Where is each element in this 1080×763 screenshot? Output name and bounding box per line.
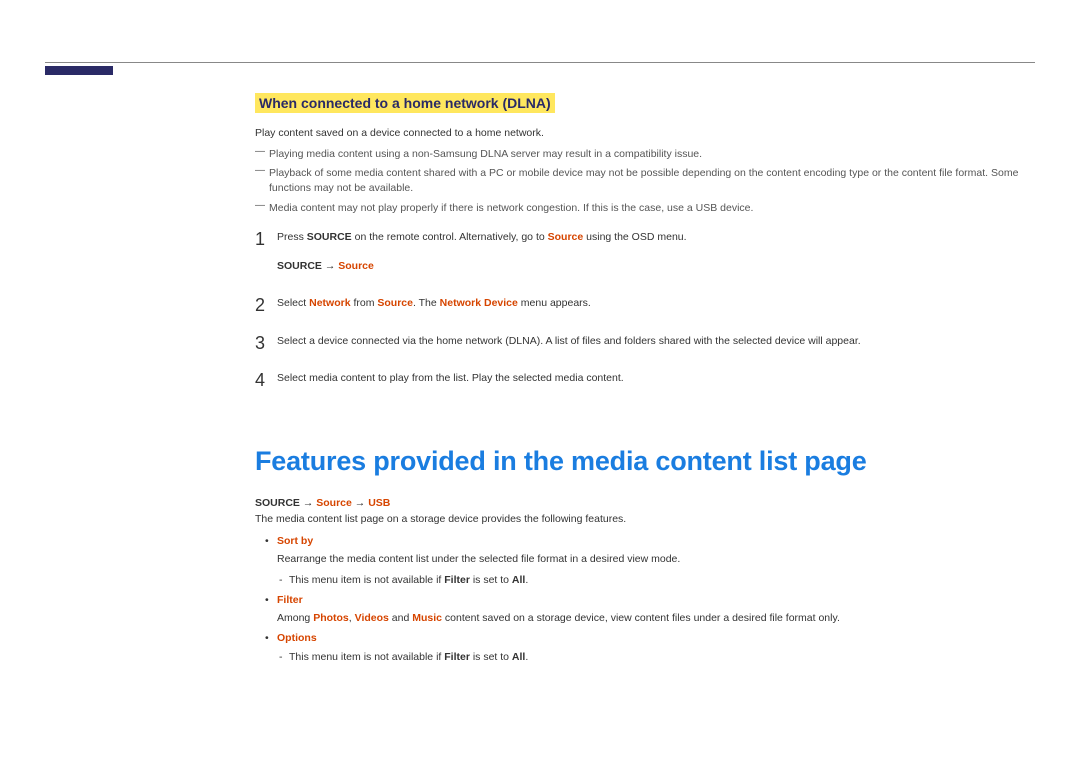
section-heading-features: Features provided in the media content l…: [255, 446, 1035, 477]
source-label: SOURCE: [307, 231, 352, 243]
note-text: .: [525, 574, 528, 586]
step-2: 2 Select Network from Source. The Networ…: [255, 296, 1035, 311]
step-4: 4 Select media content to play from the …: [255, 371, 1035, 386]
section-heading-dlna: When connected to a home network (DLNA): [255, 93, 555, 113]
step-text: using the OSD menu.: [583, 231, 686, 243]
music-link: Music: [412, 612, 442, 624]
note-item: Playing media content using a non-Samsun…: [255, 147, 1035, 162]
source-link: Source: [377, 297, 413, 309]
videos-link: Videos: [355, 612, 389, 624]
source-link: Source: [548, 231, 584, 243]
note-item: Media content may not play properly if t…: [255, 201, 1035, 216]
network-device-link: Network Device: [440, 297, 518, 309]
desc-text: Among: [277, 612, 313, 624]
step-number: 2: [255, 292, 265, 318]
filter-label: Filter: [444, 651, 470, 663]
note-item: Playback of some media content shared wi…: [255, 166, 1035, 196]
feature-title: Filter: [277, 594, 303, 606]
network-link: Network: [309, 297, 350, 309]
arrow-icon: →: [303, 497, 316, 509]
step-number: 4: [255, 367, 265, 393]
arrow-icon: →: [352, 497, 368, 509]
feature-title: Options: [277, 632, 317, 644]
nav-path: SOURCE → Source → USB: [255, 497, 1035, 509]
feature-filter: Filter: [255, 592, 1035, 608]
arrow-icon: →: [325, 260, 338, 272]
step-text: on the remote control. Alternatively, go…: [352, 231, 548, 243]
path-part: Source: [316, 497, 352, 509]
all-label: All: [512, 574, 525, 586]
photos-link: Photos: [313, 612, 349, 624]
nav-path: SOURCE → Source: [277, 259, 1035, 274]
feature-options: Options: [255, 630, 1035, 646]
step-3: 3 Select a device connected via the home…: [255, 334, 1035, 349]
step-text: Press: [277, 231, 307, 243]
intro-text: Play content saved on a device connected…: [255, 127, 1035, 139]
path-part: SOURCE: [255, 497, 303, 509]
accent-bar: [45, 66, 113, 75]
step-text: Select: [277, 297, 309, 309]
step-text: . The: [413, 297, 440, 309]
step-text: from: [351, 297, 378, 309]
step-text: Select a device connected via the home n…: [277, 335, 861, 347]
steps-list: 1 Press SOURCE on the remote control. Al…: [255, 230, 1035, 386]
step-1: 1 Press SOURCE on the remote control. Al…: [255, 230, 1035, 274]
path-part: Source: [338, 260, 374, 272]
note-text: This menu item is not available if: [289, 651, 444, 663]
feature-list: Sort by Rearrange the media content list…: [255, 533, 1035, 665]
path-part: SOURCE: [277, 260, 325, 272]
feature-desc: Rearrange the media content list under t…: [255, 551, 1035, 567]
feature-note: This menu item is not available if Filte…: [255, 649, 1035, 665]
note-text: is set to: [470, 574, 512, 586]
features-intro: The media content list page on a storage…: [255, 513, 1035, 525]
filter-label: Filter: [444, 574, 470, 586]
desc-text: and: [389, 612, 412, 624]
path-part: USB: [368, 497, 390, 509]
all-label: All: [512, 651, 525, 663]
note-text: is set to: [470, 651, 512, 663]
feature-note: This menu item is not available if Filte…: [255, 572, 1035, 588]
feature-sortby: Sort by: [255, 533, 1035, 549]
top-rule: [45, 62, 1035, 63]
step-text: Select media content to play from the li…: [277, 372, 624, 384]
note-text: This menu item is not available if: [289, 574, 444, 586]
feature-title: Sort by: [277, 535, 313, 547]
step-number: 1: [255, 226, 265, 252]
desc-text: content saved on a storage device, view …: [442, 612, 840, 624]
note-text: .: [525, 651, 528, 663]
step-text: menu appears.: [518, 297, 591, 309]
step-number: 3: [255, 330, 265, 356]
notes-list: Playing media content using a non-Samsun…: [255, 147, 1035, 216]
feature-desc: Among Photos, Videos and Music content s…: [255, 610, 1035, 626]
